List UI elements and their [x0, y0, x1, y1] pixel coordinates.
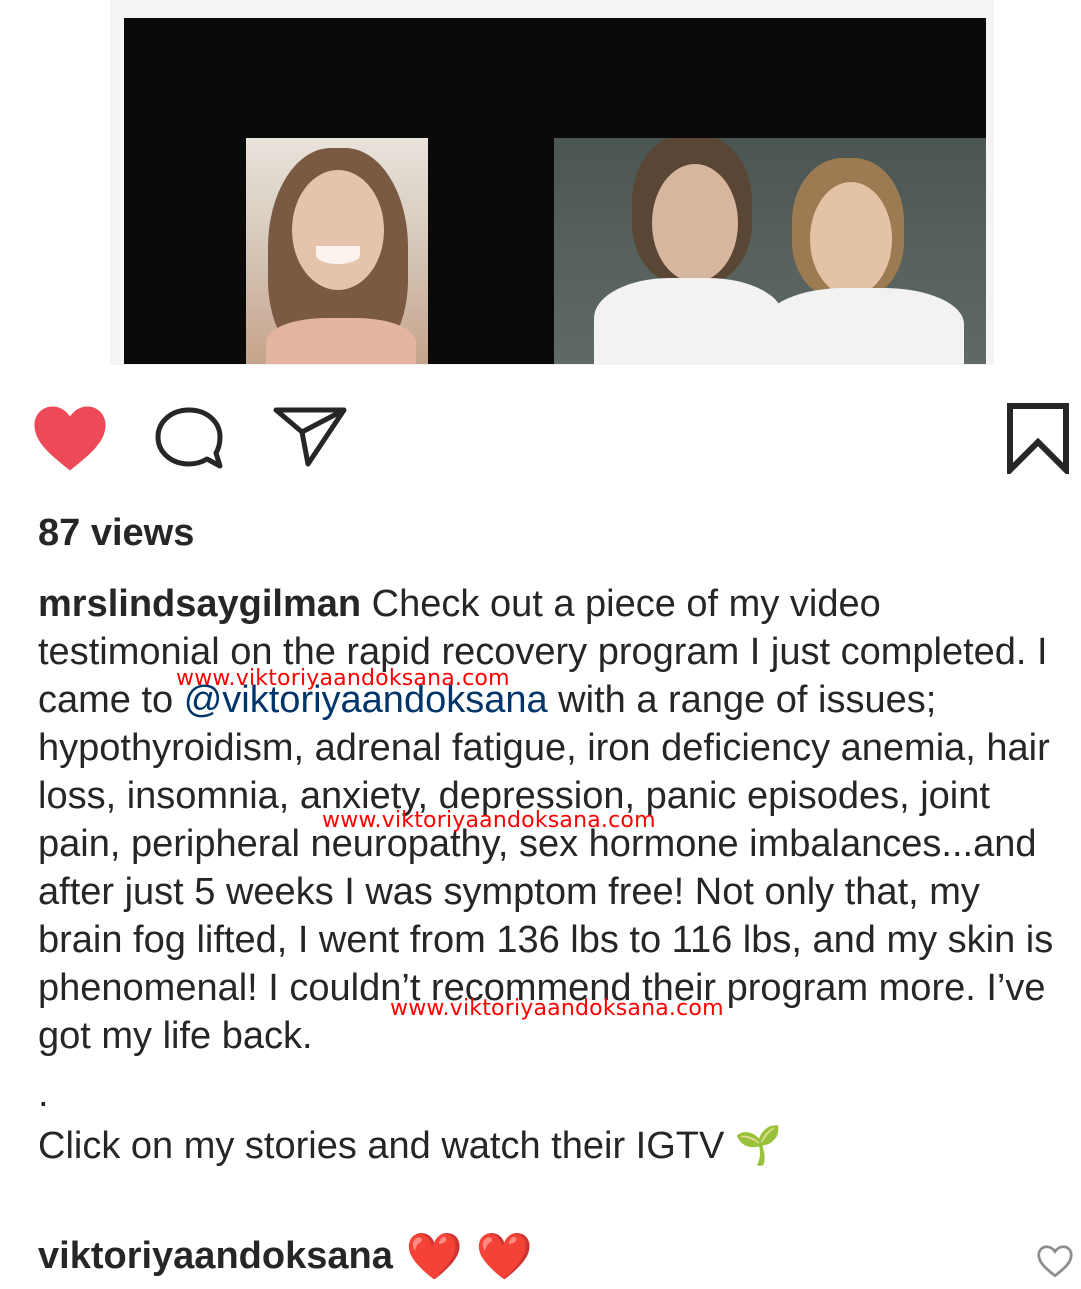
video-participant-right	[554, 138, 986, 364]
watermark-text: www.viktoriyaandoksana.com	[176, 666, 510, 691]
comment-row: viktoriyaandoksana ❤️ ❤️	[38, 1232, 533, 1280]
heart-filled-icon[interactable]	[32, 404, 108, 472]
watermark-text: www.viktoriyaandoksana.com	[322, 808, 656, 833]
comment-text: ❤️ ❤️	[392, 1230, 533, 1282]
video-participant-left	[246, 138, 428, 364]
heart-outline-icon[interactable]	[1036, 1244, 1074, 1278]
comment-username[interactable]: viktoriyaandoksana	[38, 1235, 393, 1277]
paper-plane-icon[interactable]	[272, 406, 348, 468]
view-count: 87 views	[38, 512, 195, 554]
watermark-text: www.viktoriyaandoksana.com	[390, 996, 724, 1021]
bookmark-icon[interactable]	[1004, 402, 1072, 474]
caption-username[interactable]: mrslindsaygilman	[38, 583, 361, 625]
caption-cta: Click on my stories and watch their IGTV…	[38, 1125, 783, 1167]
speech-bubble-icon[interactable]	[152, 406, 226, 470]
post-action-bar	[0, 396, 1081, 486]
caption-dot: .	[38, 1073, 49, 1115]
